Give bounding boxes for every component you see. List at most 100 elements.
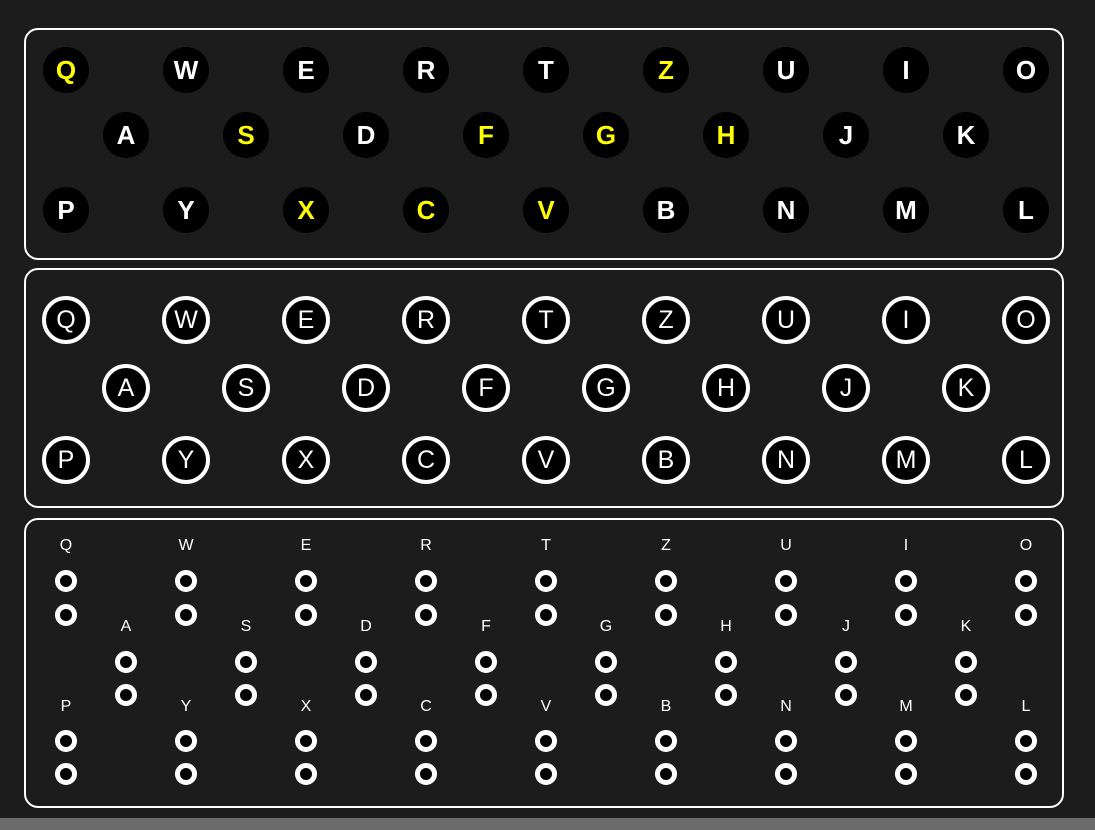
lamp-p: P: [43, 187, 89, 233]
key-u[interactable]: U: [762, 296, 810, 344]
plug-socket-i-1[interactable]: [895, 570, 917, 592]
key-t[interactable]: T: [522, 296, 570, 344]
plug-socket-s-1[interactable]: [235, 651, 257, 673]
key-k[interactable]: K: [942, 364, 990, 412]
key-q[interactable]: Q: [42, 296, 90, 344]
key-c[interactable]: C: [402, 436, 450, 484]
lamp-w: W: [163, 47, 209, 93]
plug-socket-v-2[interactable]: [535, 763, 557, 785]
lamp-y: Y: [163, 187, 209, 233]
lamp-l: L: [1003, 187, 1049, 233]
plug-label-n: N: [780, 698, 792, 715]
key-r[interactable]: R: [402, 296, 450, 344]
plug-socket-h-1[interactable]: [715, 651, 737, 673]
plug-label-u: U: [780, 537, 792, 554]
key-i[interactable]: I: [882, 296, 930, 344]
plug-label-c: C: [420, 698, 432, 715]
plug-socket-r-2[interactable]: [415, 604, 437, 626]
plug-socket-p-2[interactable]: [55, 763, 77, 785]
plug-socket-g-1[interactable]: [595, 651, 617, 673]
plug-socket-o-1[interactable]: [1015, 570, 1037, 592]
plug-socket-e-1[interactable]: [295, 570, 317, 592]
lamp-e: E: [283, 47, 329, 93]
lamp-h: H: [703, 112, 749, 158]
key-p[interactable]: P: [42, 436, 90, 484]
lamp-u: U: [763, 47, 809, 93]
plug-socket-f-2[interactable]: [475, 684, 497, 706]
plug-socket-b-1[interactable]: [655, 730, 677, 752]
plug-socket-u-2[interactable]: [775, 604, 797, 626]
plug-socket-e-2[interactable]: [295, 604, 317, 626]
plug-socket-x-1[interactable]: [295, 730, 317, 752]
plug-socket-s-2[interactable]: [235, 684, 257, 706]
key-n[interactable]: N: [762, 436, 810, 484]
plug-socket-n-2[interactable]: [775, 763, 797, 785]
plug-socket-l-1[interactable]: [1015, 730, 1037, 752]
plug-socket-d-2[interactable]: [355, 684, 377, 706]
plug-socket-p-1[interactable]: [55, 730, 77, 752]
plug-socket-k-1[interactable]: [955, 651, 977, 673]
plug-socket-m-1[interactable]: [895, 730, 917, 752]
lamp-r: R: [403, 47, 449, 93]
key-m[interactable]: M: [882, 436, 930, 484]
plug-socket-w-1[interactable]: [175, 570, 197, 592]
plug-socket-j-2[interactable]: [835, 684, 857, 706]
plug-socket-r-1[interactable]: [415, 570, 437, 592]
lamp-c: C: [403, 187, 449, 233]
key-h[interactable]: H: [702, 364, 750, 412]
plug-socket-q-2[interactable]: [55, 604, 77, 626]
plug-socket-z-1[interactable]: [655, 570, 677, 592]
plug-label-p: P: [60, 698, 72, 715]
lamp-g: G: [583, 112, 629, 158]
plug-socket-d-1[interactable]: [355, 651, 377, 673]
plug-socket-n-1[interactable]: [775, 730, 797, 752]
plug-socket-l-2[interactable]: [1015, 763, 1037, 785]
plug-socket-y-2[interactable]: [175, 763, 197, 785]
plug-label-j: J: [842, 618, 850, 635]
plug-socket-k-2[interactable]: [955, 684, 977, 706]
plug-socket-c-1[interactable]: [415, 730, 437, 752]
key-z[interactable]: Z: [642, 296, 690, 344]
plug-socket-g-2[interactable]: [595, 684, 617, 706]
lamp-t: T: [523, 47, 569, 93]
key-f[interactable]: F: [462, 364, 510, 412]
plug-socket-i-2[interactable]: [895, 604, 917, 626]
plug-socket-u-1[interactable]: [775, 570, 797, 592]
key-o[interactable]: O: [1002, 296, 1050, 344]
key-j[interactable]: J: [822, 364, 870, 412]
key-l[interactable]: L: [1002, 436, 1050, 484]
key-s[interactable]: S: [222, 364, 270, 412]
plug-socket-w-2[interactable]: [175, 604, 197, 626]
key-y[interactable]: Y: [162, 436, 210, 484]
plug-socket-o-2[interactable]: [1015, 604, 1037, 626]
plug-socket-z-2[interactable]: [655, 604, 677, 626]
key-b[interactable]: B: [642, 436, 690, 484]
lamp-m: M: [883, 187, 929, 233]
key-e[interactable]: E: [282, 296, 330, 344]
plug-socket-y-1[interactable]: [175, 730, 197, 752]
plug-socket-a-2[interactable]: [115, 684, 137, 706]
plug-socket-c-2[interactable]: [415, 763, 437, 785]
key-d[interactable]: D: [342, 364, 390, 412]
plug-socket-a-1[interactable]: [115, 651, 137, 673]
plug-socket-j-1[interactable]: [835, 651, 857, 673]
plug-socket-v-1[interactable]: [535, 730, 557, 752]
plug-label-b: B: [660, 698, 672, 715]
plug-socket-q-1[interactable]: [55, 570, 77, 592]
key-w[interactable]: W: [162, 296, 210, 344]
plug-socket-t-1[interactable]: [535, 570, 557, 592]
key-g[interactable]: G: [582, 364, 630, 412]
plug-socket-b-2[interactable]: [655, 763, 677, 785]
key-a[interactable]: A: [102, 364, 150, 412]
plug-label-y: Y: [180, 698, 192, 715]
plug-socket-t-2[interactable]: [535, 604, 557, 626]
lamp-x: X: [283, 187, 329, 233]
plug-socket-f-1[interactable]: [475, 651, 497, 673]
plug-socket-x-2[interactable]: [295, 763, 317, 785]
plug-label-d: D: [360, 618, 372, 635]
plug-label-t: T: [541, 537, 551, 554]
plug-socket-h-2[interactable]: [715, 684, 737, 706]
key-x[interactable]: X: [282, 436, 330, 484]
key-v[interactable]: V: [522, 436, 570, 484]
plug-socket-m-2[interactable]: [895, 763, 917, 785]
